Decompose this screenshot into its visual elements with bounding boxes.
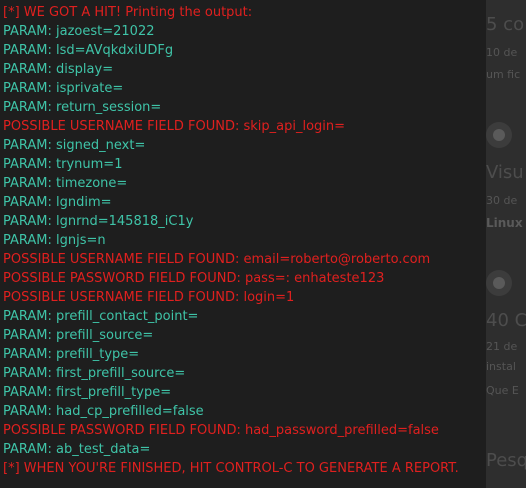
terminal-line-param: PARAM: isprivate= [3,81,124,96]
feed-text-fragment: instal [486,360,516,373]
terminal-line-param: PARAM: ab_test_data= [3,442,151,457]
terminal-line-finish: [*] WHEN YOU'RE FINISHED, HIT CONTROL-C … [3,461,459,476]
feed-date-fragment: 10 de [486,46,518,59]
feed-title-fragment[interactable]: 40 C [486,310,526,331]
terminal-line-param: PARAM: lsd=AVqkdxiUDFg [3,43,174,58]
terminal-line-param: PARAM: first_prefill_type= [3,385,172,400]
feed-title-fragment[interactable]: Visu [486,162,524,183]
terminal-line-param: PARAM: display= [3,62,114,77]
terminal-line-param: PARAM: signed_next= [3,138,146,153]
terminal-line-param: PARAM: had_cp_prefilled=false [3,404,204,419]
terminal-line-hit: [*] WE GOT A HIT! Printing the output: [3,5,253,20]
search-fragment[interactable]: Pesq [486,450,526,471]
terminal-line-alert: POSSIBLE USERNAME FIELD FOUND: skip_api_… [3,119,346,134]
terminal-line-param: PARAM: prefill_source= [3,328,154,343]
feed-text-fragment: Que E [486,384,519,397]
terminal-line-param: PARAM: lgndim= [3,195,112,210]
feed-date-fragment: 30 de [486,194,518,207]
terminal-line-param: PARAM: timezone= [3,176,128,191]
terminal-line-alert: POSSIBLE PASSWORD FIELD FOUND: pass=: en… [3,271,385,286]
feed-tag-fragment[interactable]: Linux [486,216,523,230]
terminal-output: [*] WE GOT A HIT! Printing the output: P… [0,0,486,488]
terminal-line-param: PARAM: lgnrnd=145818_iC1y [3,214,194,229]
terminal-line-param: PARAM: trynum=1 [3,157,123,172]
author-avatar[interactable] [486,122,512,148]
author-avatar[interactable] [486,270,512,296]
terminal-line-param: PARAM: lgnjs=n [3,233,106,248]
terminal-line-param: PARAM: first_prefill_source= [3,366,186,381]
terminal-line-alert: POSSIBLE USERNAME FIELD FOUND: email=rob… [3,252,431,267]
terminal-line-alert: POSSIBLE PASSWORD FIELD FOUND: had_passw… [3,423,439,438]
terminal-line-param: PARAM: jazoest=21022 [3,24,155,39]
feed-date-fragment: 21 de [486,340,518,353]
terminal-line-param: PARAM: prefill_contact_point= [3,309,199,324]
feed-text-fragment: um fic [486,68,521,81]
terminal-line-alert: POSSIBLE USERNAME FIELD FOUND: login=1 [3,290,295,305]
terminal-line-param: PARAM: return_session= [3,100,162,115]
feed-title-fragment[interactable]: 5 co [486,14,524,35]
terminal-line-param: PARAM: prefill_type= [3,347,140,362]
